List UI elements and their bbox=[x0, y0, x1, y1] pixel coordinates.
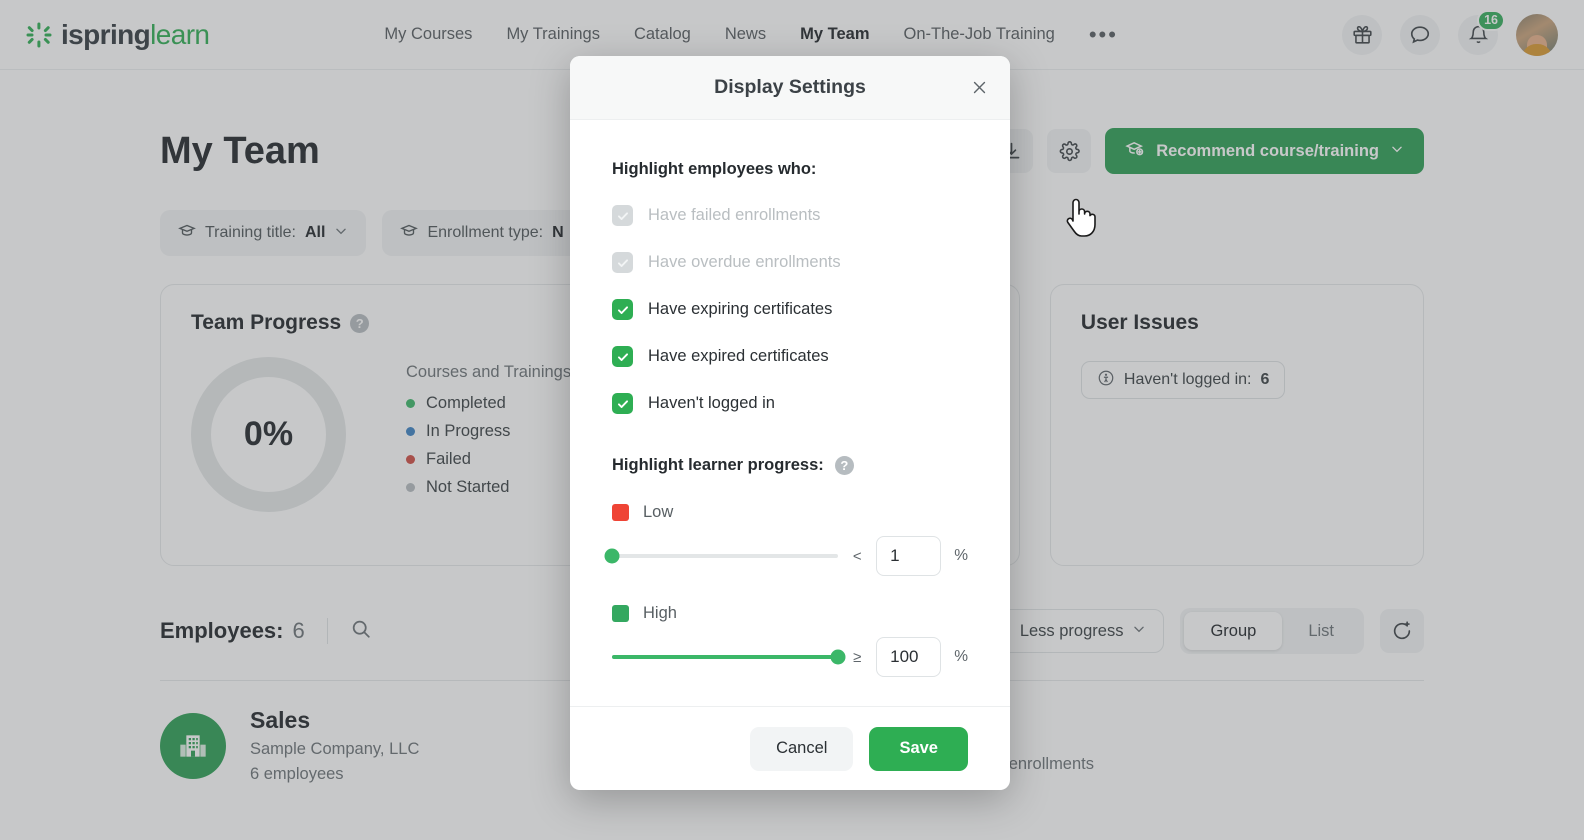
dialog-header: Display Settings bbox=[570, 56, 1010, 120]
highlight-progress-title-row: Highlight learner progress: ? bbox=[612, 456, 968, 475]
checkbox-havent-logged-in bbox=[612, 393, 633, 414]
highlight-progress-title: Highlight learner progress: bbox=[612, 456, 824, 474]
high-slider-track[interactable] bbox=[612, 649, 846, 665]
checkbox-failed-enrollments bbox=[612, 205, 633, 226]
high-label: High bbox=[643, 604, 677, 622]
low-operator: < bbox=[852, 547, 862, 565]
high-slider-handle[interactable] bbox=[830, 649, 846, 665]
high-slider-fill bbox=[612, 655, 839, 659]
checkbox-label-havent-logged-in: Haven't logged in bbox=[648, 394, 775, 412]
close-icon[interactable] bbox=[964, 73, 994, 103]
checkbox-row-expired-certificates[interactable]: Have expired certificates bbox=[612, 346, 968, 367]
slider-block-low: Low < 1 % bbox=[604, 503, 968, 576]
checkbox-overdue-enrollments bbox=[612, 252, 633, 273]
dialog-footer: Cancel Save bbox=[570, 706, 1010, 790]
dialog-title: Display Settings bbox=[714, 76, 866, 98]
checkbox-row-overdue-enrollments[interactable]: Have overdue enrollments bbox=[612, 252, 968, 273]
low-slider-handle[interactable] bbox=[604, 548, 620, 564]
checkbox-label-overdue-enrollments: Have overdue enrollments bbox=[648, 253, 841, 271]
checkbox-row-failed-enrollments[interactable]: Have failed enrollments bbox=[612, 205, 968, 226]
checkbox-expired-certificates bbox=[612, 346, 633, 367]
checkbox-label-expired-certificates: Have expired certificates bbox=[648, 347, 829, 365]
low-slider-track[interactable] bbox=[604, 548, 839, 564]
slider-block-high: High ≥ 100 % bbox=[612, 604, 968, 677]
dialog-body: Highlight employees who: Have failed enr… bbox=[570, 120, 1010, 706]
help-icon[interactable]: ? bbox=[834, 456, 854, 475]
cancel-button[interactable]: Cancel bbox=[750, 726, 854, 771]
high-slider-row: ≥ 100 % bbox=[612, 637, 968, 677]
high-swatch-row: High bbox=[612, 604, 968, 623]
high-color-swatch bbox=[612, 605, 629, 622]
save-button[interactable]: Save bbox=[869, 726, 968, 771]
checkbox-label-failed-enrollments: Have failed enrollments bbox=[648, 206, 821, 224]
highlight-employees-title: Highlight employees who: bbox=[612, 160, 817, 178]
low-value-input[interactable]: 1 bbox=[876, 536, 942, 576]
low-label: Low bbox=[643, 503, 674, 521]
low-color-swatch bbox=[612, 504, 629, 521]
high-value-input[interactable]: 100 bbox=[876, 637, 942, 677]
low-slider-row: < 1 % bbox=[604, 536, 968, 576]
display-settings-dialog: Display Settings Highlight employees who… bbox=[570, 56, 1010, 790]
high-unit: % bbox=[954, 648, 968, 665]
high-operator: ≥ bbox=[853, 648, 862, 666]
checkbox-row-expiring-certificates[interactable]: Have expiring certificates bbox=[612, 299, 968, 320]
low-swatch-row: Low bbox=[612, 503, 968, 522]
low-unit: % bbox=[954, 547, 968, 564]
checkbox-expiring-certificates bbox=[612, 299, 633, 320]
checkbox-row-havent-logged-in[interactable]: Haven't logged in bbox=[612, 393, 968, 414]
checkbox-label-expiring-certificates: Have expiring certificates bbox=[648, 300, 833, 318]
